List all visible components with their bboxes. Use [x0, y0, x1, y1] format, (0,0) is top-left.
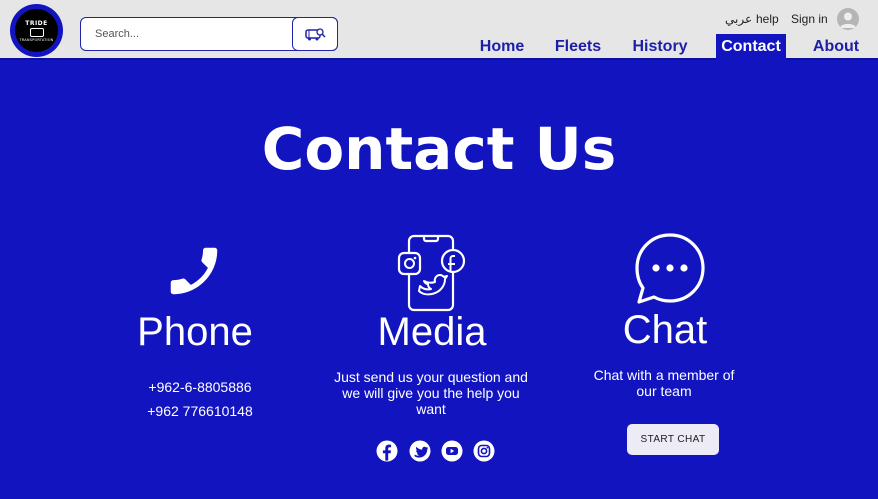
- search-button[interactable]: [292, 16, 338, 51]
- user-avatar-icon[interactable]: [837, 8, 859, 30]
- top-bar: TRIDE TRANSPORTATION عربي help Sign in H…: [0, 0, 878, 60]
- instagram-link[interactable]: [473, 440, 495, 462]
- nav-fleets[interactable]: Fleets: [552, 34, 604, 60]
- logo-bottom-text: TRANSPORTATION: [19, 37, 54, 42]
- logo-top-text: TRIDE: [25, 19, 48, 27]
- youtube-icon: [441, 440, 463, 462]
- search-box: [80, 16, 338, 51]
- chat-description: Chat with a member of our team: [593, 367, 735, 399]
- phone-number-2: +962 776610148: [147, 403, 253, 419]
- page-title: Contact Us: [261, 115, 617, 183]
- instagram-icon: [473, 440, 495, 462]
- logo[interactable]: TRIDE TRANSPORTATION: [10, 4, 63, 57]
- search-input[interactable]: [81, 18, 291, 49]
- bus-search-icon: [305, 27, 326, 40]
- bus-logo-icon: [29, 27, 44, 37]
- logo-badge: TRIDE TRANSPORTATION: [15, 9, 58, 52]
- twitter-link[interactable]: [409, 440, 431, 462]
- nav-contact[interactable]: Contact: [716, 34, 786, 60]
- phone-number-1: +962-6-8805886: [148, 379, 252, 395]
- social-media-phone-icon: [397, 234, 466, 312]
- media-title: Media: [377, 310, 487, 354]
- nav-about[interactable]: About: [810, 34, 862, 60]
- language-arabic-link[interactable]: عربي: [725, 9, 752, 29]
- youtube-link[interactable]: [441, 440, 463, 462]
- nav-history[interactable]: History: [629, 34, 691, 60]
- facebook-link[interactable]: [376, 440, 398, 462]
- phone-title: Phone: [137, 310, 253, 354]
- chat-title: Chat: [622, 308, 708, 352]
- nav-home[interactable]: Home: [476, 34, 528, 60]
- media-description: Just send us your question and we will g…: [334, 369, 528, 417]
- chat-bubble-icon: [635, 233, 705, 304]
- twitter-icon: [409, 440, 431, 462]
- start-chat-button[interactable]: START CHAT: [627, 424, 719, 455]
- phone-icon: [170, 247, 218, 295]
- help-link[interactable]: help: [756, 9, 779, 29]
- facebook-icon: [376, 440, 398, 462]
- sign-in-link[interactable]: Sign in: [791, 9, 828, 29]
